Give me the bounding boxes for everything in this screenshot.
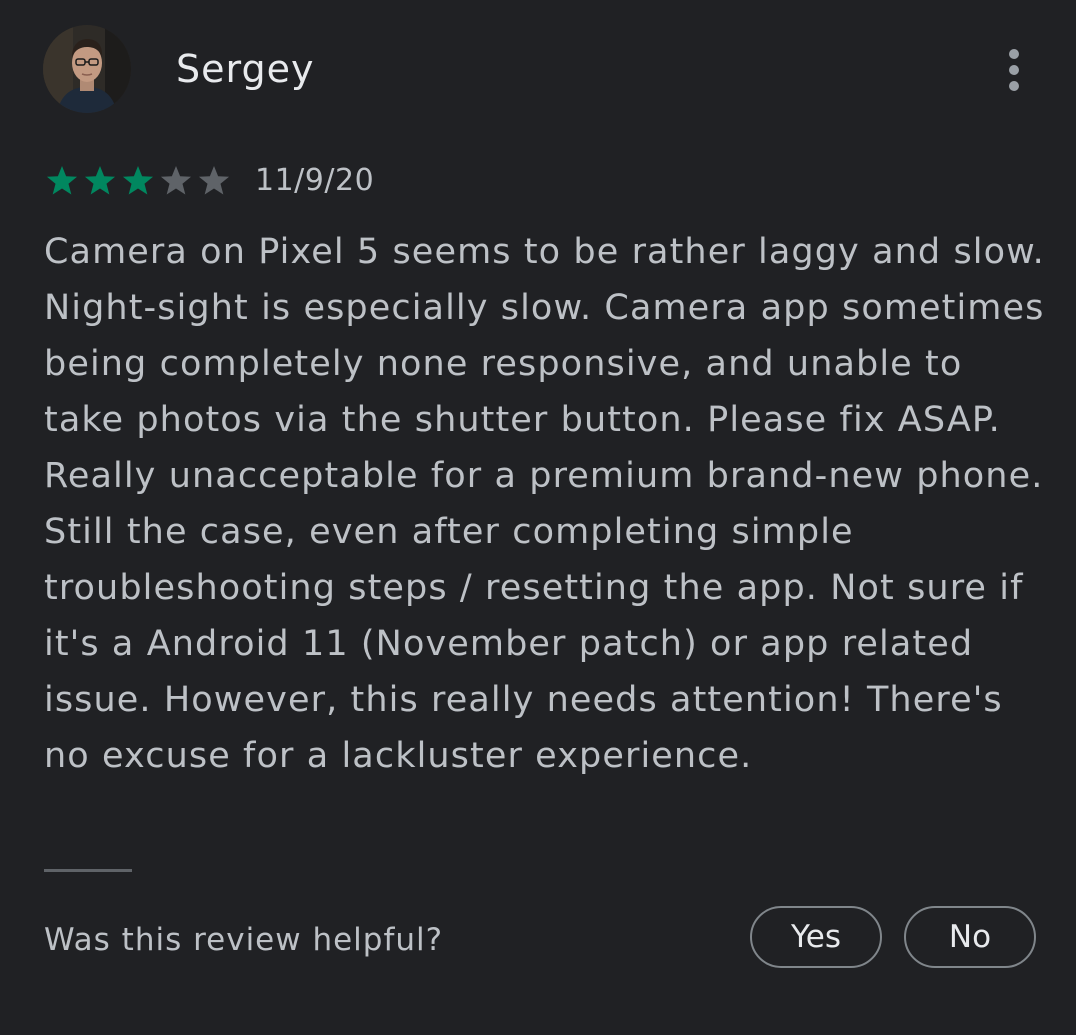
star-empty-icon	[198, 165, 230, 195]
more-options-button[interactable]	[994, 44, 1034, 96]
rating-row: 11/9/20	[43, 160, 374, 202]
review-card: Sergey 11/9/20 Camera on Pixel 5 seems t…	[0, 0, 1076, 1035]
author-name: Sergey	[176, 47, 315, 91]
divider	[44, 869, 132, 872]
star-empty-icon	[160, 165, 192, 195]
star-filled-icon	[46, 165, 78, 195]
review-date: 11/9/20	[255, 163, 375, 198]
helpful-question: Was this review helpful?	[44, 922, 444, 958]
star-filled-icon	[122, 165, 154, 195]
yes-button[interactable]: Yes	[750, 906, 882, 968]
star-filled-icon	[84, 165, 116, 195]
no-button[interactable]: No	[904, 906, 1036, 968]
avatar-photo	[43, 25, 131, 113]
star-rating	[43, 162, 233, 200]
review-text: Camera on Pixel 5 seems to be rather lag…	[44, 232, 1045, 776]
avatar	[43, 25, 131, 113]
